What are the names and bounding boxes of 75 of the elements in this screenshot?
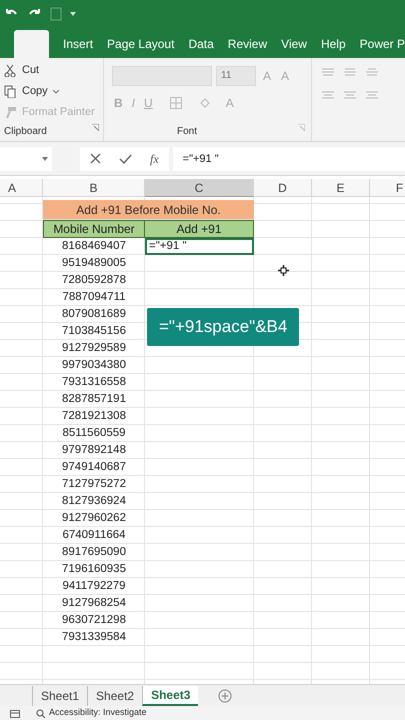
table-cell-text: 8287857191: [61, 392, 127, 407]
customize-caret-icon[interactable]: [70, 12, 76, 16]
align-icon[interactable]: [366, 91, 378, 100]
ribbon-tab[interactable]: Help: [320, 30, 346, 58]
column-header[interactable]: A: [0, 179, 43, 197]
name-box[interactable]: [0, 146, 52, 170]
insert-function-button[interactable]: fx: [150, 150, 159, 168]
cell-mode-icon: [10, 708, 20, 718]
column-header[interactable]: D: [254, 179, 312, 197]
table-cell-text: 9519489005: [61, 256, 127, 271]
copy-icon: [4, 85, 17, 98]
table-cell-text: 9127968254: [61, 596, 127, 611]
header-cell: Add +91: [145, 220, 254, 238]
table-cell-text: 7103845156: [61, 324, 127, 339]
ribbon-tab[interactable]: Page Layout: [107, 30, 174, 58]
table-cell[interactable]: ="+91 ": [145, 238, 254, 255]
table-cell-text: 6740911664: [61, 528, 127, 543]
table-cell-text: 9127960262: [61, 510, 127, 526]
table-cell-text: 8079081689: [61, 306, 127, 322]
title-cell: Add +91 Before Mobile No.: [43, 200, 254, 220]
align-icon[interactable]: [344, 91, 356, 100]
table-cell-text: 9411792279: [61, 578, 127, 594]
move-cursor-icon: [278, 265, 289, 276]
painter-icon: [4, 106, 17, 119]
caret-icon: [52, 90, 59, 94]
enter-check-icon[interactable]: [119, 154, 132, 164]
table-cell-text: 7931316558: [61, 374, 127, 390]
table-cell-text: 8511560559: [61, 426, 127, 441]
borders-icon[interactable]: [170, 97, 182, 109]
align-icon[interactable]: [322, 68, 334, 77]
sheet-tab[interactable]: Sheet3: [142, 686, 198, 706]
table-cell-text: 9127929589: [61, 340, 127, 356]
print-preview-icon[interactable]: [50, 7, 62, 21]
group-label: Clipboard: [4, 125, 47, 139]
table-cell-text: 9630721298: [61, 612, 127, 628]
cut-button[interactable]: Cut: [22, 62, 40, 79]
align-icon[interactable]: [322, 91, 334, 100]
ribbon-tab[interactable]: Insert: [63, 30, 94, 58]
ribbon-tab[interactable]: Power P: [360, 30, 405, 58]
table-cell-text: 7280592878: [61, 272, 127, 288]
table-cell-text: 9749140687: [61, 460, 127, 475]
cut-icon: [4, 64, 17, 77]
table-cell-text: 9797892148: [61, 442, 127, 458]
column-header[interactable]: E: [312, 179, 370, 197]
dialog-launcher-icon: [92, 124, 99, 131]
table-cell-text: 8917695090: [61, 544, 127, 560]
align-icon[interactable]: [366, 68, 378, 77]
table-cell-text: 8127936924: [61, 494, 127, 509]
caret-icon: [42, 156, 48, 160]
ribbon-tab[interactable]: View: [281, 30, 307, 58]
ribbon-tab[interactable]: Review: [228, 30, 268, 58]
table-cell-text: 7127975272: [61, 476, 127, 492]
table-cell-text: 7281921308: [61, 408, 127, 424]
formula-callout: ="+91space"&B4: [147, 308, 300, 346]
table-cell-text: 9979034380: [61, 358, 127, 373]
column-header[interactable]: B: [43, 179, 145, 197]
ribbon-tab[interactable]: Data: [188, 30, 214, 58]
table-cell-text: 7931339584: [61, 630, 127, 645]
ribbon-tab[interactable]: [14, 30, 50, 58]
align-icon[interactable]: [344, 68, 356, 77]
dialog-launcher-icon: [298, 124, 305, 131]
group-label: Font: [177, 125, 198, 139]
table-cell-text: 8168469407: [61, 238, 127, 254]
column-header[interactable]: C: [145, 179, 254, 197]
font-size-field[interactable]: 11: [216, 66, 256, 86]
table-cell-text: 7196160935: [61, 562, 127, 577]
column-header[interactable]: F: [370, 179, 405, 197]
formula-field[interactable]: ="+91 ": [172, 146, 405, 170]
copy-button[interactable]: Copy: [22, 83, 48, 100]
font-name-field[interactable]: [112, 66, 212, 86]
fill-bucket-icon[interactable]: [198, 97, 211, 109]
cancel-icon[interactable]: [90, 153, 101, 164]
add-sheet-icon[interactable]: [218, 688, 232, 702]
header-cell: Mobile Number: [43, 220, 145, 238]
table-cell-text: 7887094711: [61, 290, 127, 305]
